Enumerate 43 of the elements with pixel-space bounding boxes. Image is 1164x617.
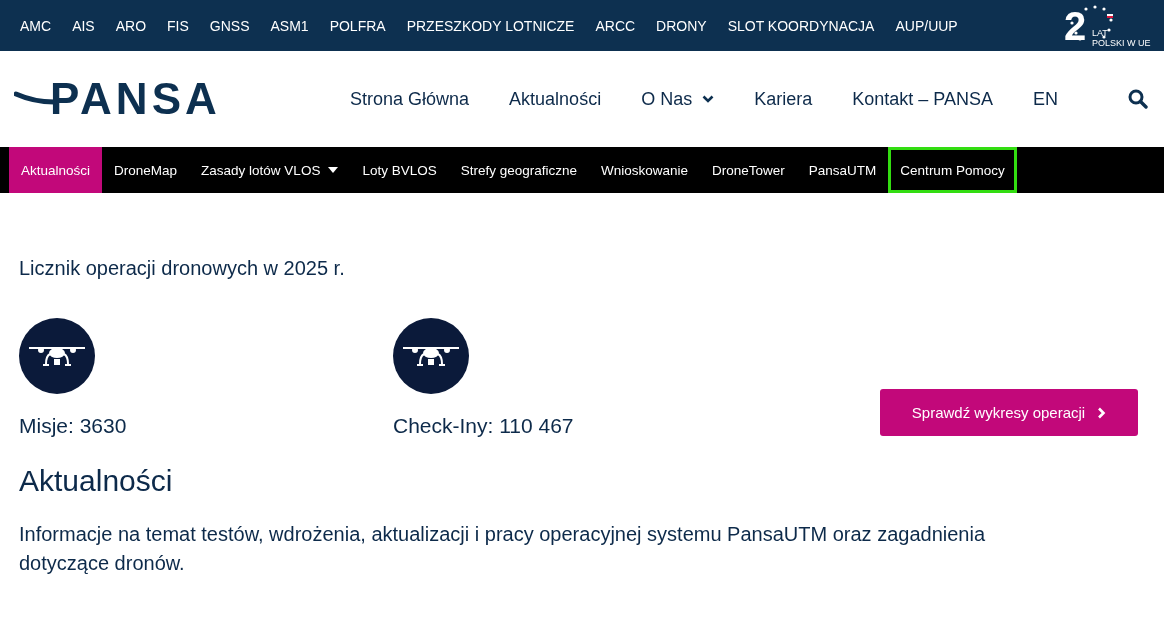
menu-tab[interactable]: DroneMap [102, 147, 190, 193]
drone-icon [393, 318, 469, 394]
menu-tab[interactable]: Strefy geograficzne [448, 147, 589, 193]
nav-link[interactable]: O Nas [641, 88, 715, 110]
logo[interactable]: PANSA [14, 74, 254, 124]
menu-tab[interactable]: Centrum Pomocy [888, 147, 1017, 193]
top-link[interactable]: GNSS [209, 17, 250, 34]
section-title: Aktualności [19, 464, 174, 498]
chevron-icon [1097, 406, 1107, 419]
top-link[interactable]: SLOT KOORDYNACJA [727, 17, 875, 34]
top-link[interactable]: AMC [20, 17, 52, 34]
counter-value: Misje: 3630 [19, 414, 128, 438]
nav-link[interactable]: Kontakt – PANSA [852, 88, 993, 110]
badge-text: LAT [1092, 27, 1108, 38]
nav-link[interactable]: Aktualności [509, 88, 602, 110]
top-link[interactable]: FIS [167, 17, 189, 34]
nav-link[interactable]: Strona Główna [350, 88, 470, 110]
menu-tab[interactable]: Loty BVLOS [350, 147, 449, 193]
caret-icon [328, 167, 339, 173]
counter-heading: Licznik operacji dronowych w 2025 r. [19, 257, 346, 280]
top-link[interactable]: AUP/UUP [895, 17, 958, 34]
badge-text: POLSKI W UE [1092, 37, 1151, 48]
chart-button[interactable]: Sprawdź wykresy operacji [880, 389, 1138, 436]
top-link[interactable]: AIS [72, 17, 95, 34]
badge-number: 2 [1064, 5, 1087, 46]
top-link[interactable]: ARO [115, 17, 147, 34]
search-icon[interactable] [1128, 89, 1148, 109]
top-link[interactable]: POLFRA [329, 17, 386, 34]
menu-tab[interactable]: DroneTower [700, 147, 797, 193]
nav-link[interactable]: Kariera [754, 88, 813, 110]
counter-value: Check-Iny: 110 467 [393, 414, 575, 438]
top-link[interactable]: PRZESZKODY LOTNICZE [406, 17, 575, 34]
section-description: Informacje na temat testów, wdrożenia, aktualizacji i pracy operacyjnej systemu PansaUTM oraz zagadnienia dotyczące dronów. [19, 522, 986, 576]
top-link[interactable]: DRONY [656, 17, 707, 34]
menu-tab[interactable]: Zasady lotów VLOS [189, 147, 351, 193]
menu-tab[interactable]: Aktualności [9, 147, 103, 193]
drone-icon [19, 318, 95, 394]
chevron-icon [702, 95, 715, 103]
nav-link[interactable]: EN [1032, 88, 1058, 110]
top-link[interactable]: ASM1 [270, 17, 309, 34]
menu-tab[interactable]: PansaUTM [796, 147, 889, 193]
top-link[interactable]: ARCC [595, 17, 636, 34]
menu-tab[interactable]: Wnioskowanie [589, 147, 701, 193]
